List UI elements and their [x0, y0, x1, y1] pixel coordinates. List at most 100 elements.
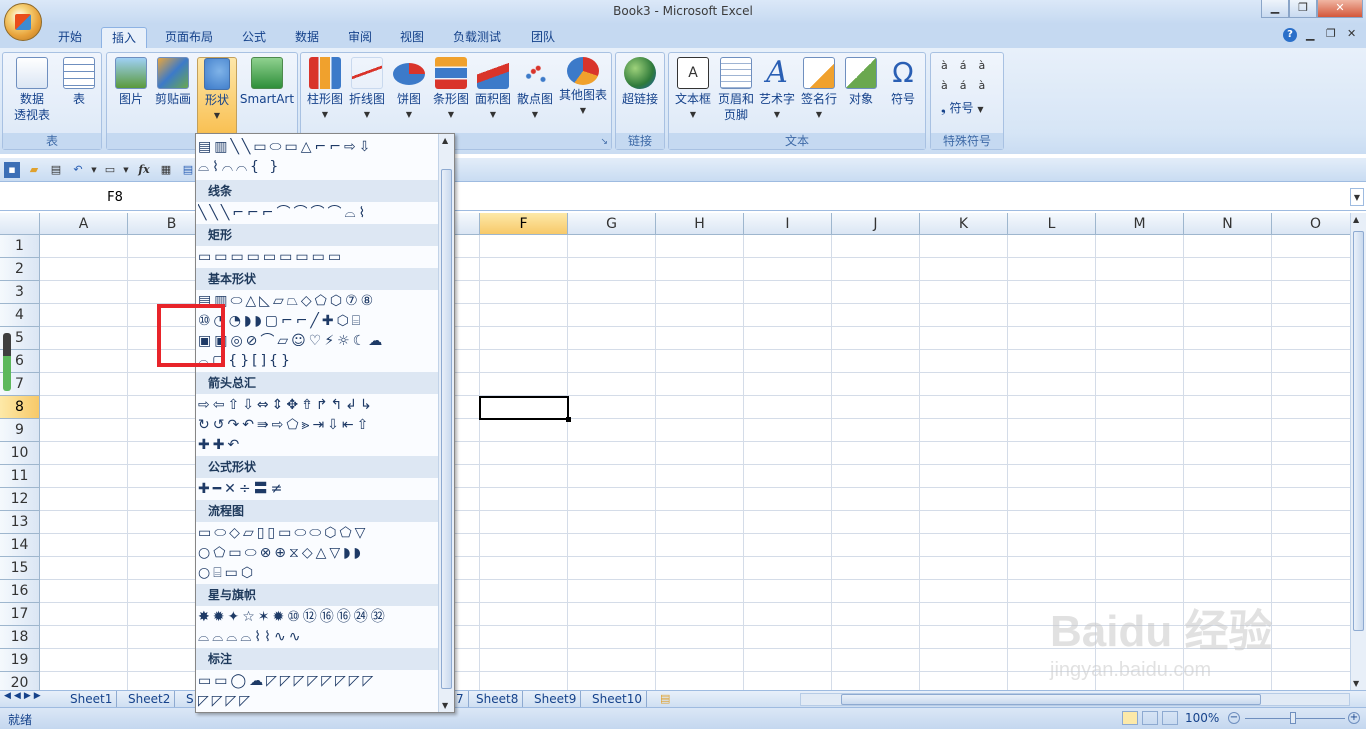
- column-header-L[interactable]: L: [1008, 213, 1096, 235]
- column-chart-button[interactable]: 柱形图 ▼: [303, 57, 347, 123]
- tab-page-layout[interactable]: 页面布局: [155, 27, 223, 48]
- selected-cell-F8[interactable]: [479, 396, 571, 422]
- gallery-scrollbar[interactable]: ▲ ▼: [438, 134, 454, 712]
- area-chart-button[interactable]: 面积图 ▼: [471, 57, 515, 123]
- basic-shapes-row[interactable]: ⑩◔◔◗◗▢⌐⌐╱✚⬡⌸: [198, 312, 438, 330]
- bar-chart-button[interactable]: 条形图 ▼: [429, 57, 473, 123]
- column-header-H[interactable]: H: [656, 213, 744, 235]
- arrow-shapes-row[interactable]: ↻↺↷↶⇛⇨⬠⪢⇥⇩⇤⇧: [198, 416, 438, 434]
- page-break-view-icon[interactable]: [1162, 711, 1178, 725]
- tab-home[interactable]: 开始: [48, 27, 92, 48]
- format-dropdown-icon[interactable]: ▼: [118, 162, 134, 178]
- row-header-13[interactable]: 13: [0, 511, 40, 534]
- tab-team[interactable]: 团队: [521, 27, 565, 48]
- tab-insert[interactable]: 插入: [101, 27, 148, 48]
- gallery-scroll-up-icon[interactable]: ▲: [442, 136, 448, 145]
- horizontal-scroll-thumb[interactable]: [841, 694, 1261, 705]
- row-header-11[interactable]: 11: [0, 465, 40, 488]
- special-symbols-row-2[interactable]: àáà: [941, 79, 997, 92]
- ribbon-minimize-icon[interactable]: ▁: [1306, 28, 1314, 41]
- column-header-J[interactable]: J: [832, 213, 920, 235]
- row-header-20[interactable]: 20: [0, 672, 40, 690]
- format-painter-icon[interactable]: ▭: [102, 162, 118, 178]
- sheet-tab[interactable]: Sheet10: [588, 691, 647, 707]
- sheet-tab[interactable]: Sheet2: [124, 691, 176, 707]
- tab-review[interactable]: 审阅: [338, 27, 382, 48]
- arrow-shapes-row[interactable]: ⇨⇦⇧⇩⇔⇕✥⇮↱↰↲↳: [198, 396, 438, 414]
- normal-view-icon[interactable]: [1122, 711, 1138, 725]
- sheet-tab[interactable]: Sheet9: [530, 691, 582, 707]
- chart-dialog-launcher-icon[interactable]: ↘: [600, 137, 608, 147]
- ribbon-close-icon[interactable]: ✕: [1347, 27, 1356, 40]
- column-header-I[interactable]: I: [744, 213, 832, 235]
- clipart-button[interactable]: 剪贴画: [151, 57, 195, 107]
- wordart-button[interactable]: A 艺术字 ▼: [755, 57, 799, 123]
- tab-view[interactable]: 视图: [390, 27, 434, 48]
- scroll-up-icon[interactable]: ▲: [1353, 215, 1359, 224]
- tab-data[interactable]: 数据: [285, 27, 329, 48]
- special-symbols-row-1[interactable]: àáà: [941, 59, 997, 72]
- basic-shapes-row[interactable]: ▣▣◎⊘⌒▱☺♡⚡☼☾☁: [198, 332, 438, 350]
- arrow-shapes-row[interactable]: ✚✚↶: [198, 436, 438, 454]
- column-header-O[interactable]: O: [1272, 213, 1350, 235]
- row-header-15[interactable]: 15: [0, 557, 40, 580]
- picture-button[interactable]: 图片: [109, 57, 153, 107]
- help-icon[interactable]: ?: [1283, 28, 1297, 42]
- scroll-down-icon[interactable]: ▼: [1353, 679, 1359, 688]
- signature-line-button[interactable]: 签名行 ▼: [797, 57, 841, 123]
- sheet-tab[interactable]: Sheet8: [472, 691, 524, 707]
- close-button[interactable]: ✕: [1317, 0, 1363, 18]
- object-button[interactable]: 对象: [839, 57, 883, 107]
- save-icon[interactable]: ▪: [4, 162, 20, 178]
- row-header-10[interactable]: 10: [0, 442, 40, 465]
- fx-icon[interactable]: fx: [136, 162, 152, 178]
- open-icon[interactable]: ▰: [26, 162, 42, 178]
- rectangle-shapes-row[interactable]: ▭▭▭▭▭▭▭▭▭: [198, 248, 438, 266]
- callout-shapes-row[interactable]: ▭▭◯☁◸◸◸◸◸◸◸◸: [198, 672, 438, 690]
- row-header-2[interactable]: 2: [0, 258, 40, 281]
- vertical-scroll-thumb[interactable]: [1353, 231, 1364, 631]
- shapes-button[interactable]: 形状 ▼: [197, 57, 237, 135]
- tab-formulas[interactable]: 公式: [232, 27, 276, 48]
- grid-icon[interactable]: ▦: [158, 162, 174, 178]
- restore-button[interactable]: ❐: [1289, 0, 1317, 18]
- column-header-F[interactable]: F: [480, 213, 568, 235]
- zoom-in-icon[interactable]: +: [1348, 712, 1360, 724]
- pivot-table-button[interactable]: 数据 透视表: [5, 57, 59, 123]
- column-header-M[interactable]: M: [1096, 213, 1184, 235]
- row-header-4[interactable]: 4: [0, 304, 40, 327]
- tab-load-test[interactable]: 负载测试: [443, 27, 511, 48]
- column-header-N[interactable]: N: [1184, 213, 1272, 235]
- smartart-button[interactable]: SmartArt: [237, 57, 297, 107]
- undo-icon[interactable]: ↶: [70, 162, 86, 178]
- row-header-9[interactable]: 9: [0, 419, 40, 442]
- expand-formula-bar-icon[interactable]: ▼: [1350, 188, 1364, 206]
- print-preview-icon[interactable]: ▤: [48, 162, 64, 178]
- callout-shapes-row[interactable]: ◸◸◸◸: [198, 692, 438, 710]
- recent-shapes-row[interactable]: ▤▥╲╲▭⬭▭△⌐⌐⇨⇩: [198, 138, 438, 156]
- textbox-button[interactable]: A 文本框 ▼: [671, 57, 715, 123]
- sheet-nav-icon[interactable]: ◀◀▶▶: [4, 691, 44, 701]
- zoom-out-icon[interactable]: −: [1228, 712, 1240, 724]
- basic-shapes-row[interactable]: ▤▥⬭△◺▱⏢◇⬠⬡⑦⑧: [198, 292, 438, 310]
- gallery-scroll-thumb[interactable]: [441, 169, 452, 689]
- special-symbol-button[interactable]: ❟ 符号 ▼: [941, 99, 984, 116]
- column-header-K[interactable]: K: [920, 213, 1008, 235]
- equation-shapes-row[interactable]: ✚━✕÷〓≠: [198, 480, 438, 498]
- recent-shapes-row[interactable]: ⌓⌇⌒⌒{ }: [198, 158, 438, 176]
- row-header-14[interactable]: 14: [0, 534, 40, 557]
- vertical-scrollbar[interactable]: ▲ ▼: [1350, 213, 1366, 690]
- basic-shapes-row[interactable]: ⌓▢{}[]{}: [198, 352, 438, 370]
- row-header-12[interactable]: 12: [0, 488, 40, 511]
- line-chart-button[interactable]: 折线图 ▼: [345, 57, 389, 123]
- zoom-level[interactable]: 100%: [1185, 711, 1219, 725]
- table-button[interactable]: 表: [57, 57, 101, 107]
- select-all-corner[interactable]: [0, 213, 40, 235]
- row-header-16[interactable]: 16: [0, 580, 40, 603]
- form-icon[interactable]: ▤: [180, 162, 196, 178]
- insert-sheet-icon[interactable]: ▤: [660, 692, 670, 705]
- row-header-3[interactable]: 3: [0, 281, 40, 304]
- ribbon-restore-icon[interactable]: ❐: [1326, 27, 1336, 40]
- hyperlink-button[interactable]: 超链接: [618, 57, 662, 107]
- zoom-slider-thumb[interactable]: [1290, 712, 1296, 724]
